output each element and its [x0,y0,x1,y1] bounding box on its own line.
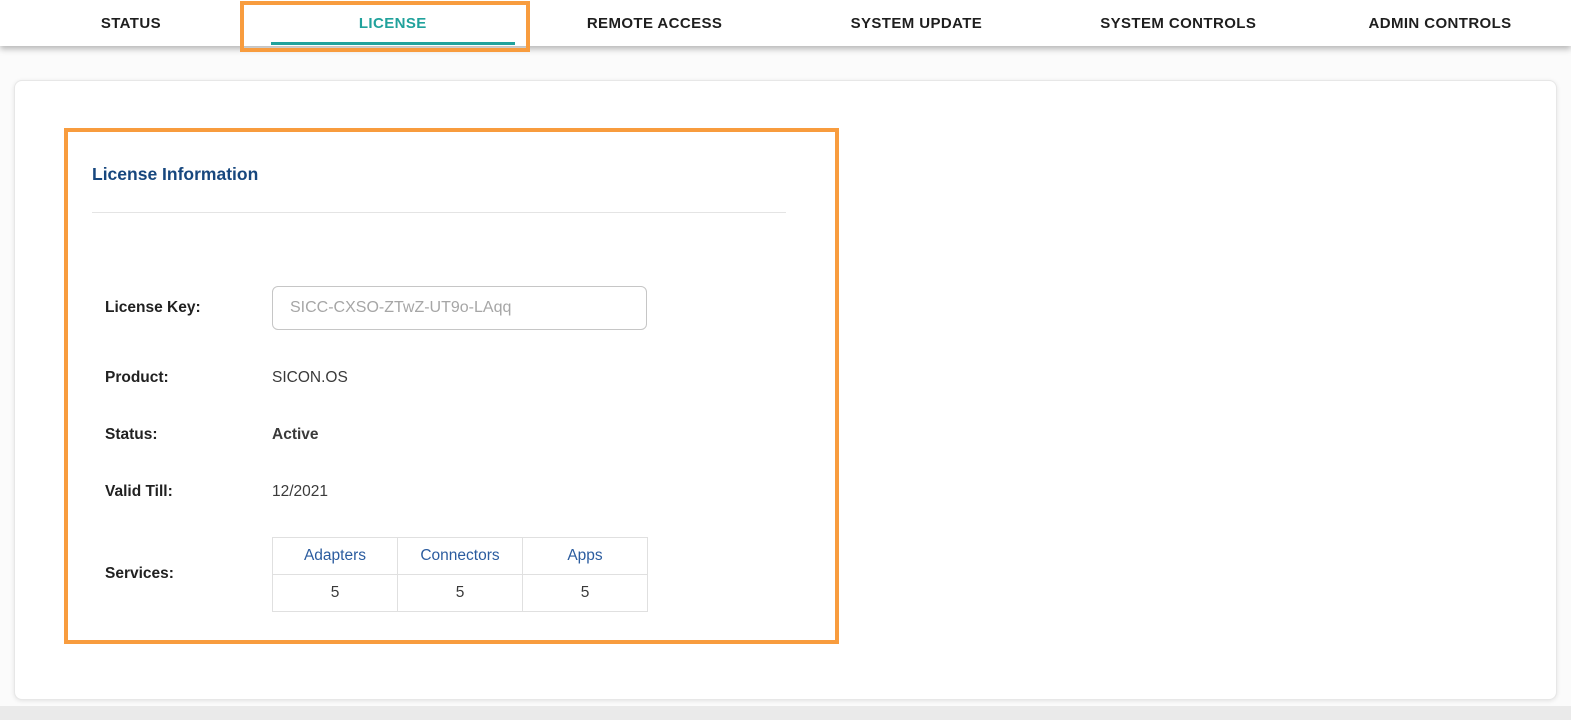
services-value-apps: 5 [523,574,648,611]
services-header-row: Adapters Connectors Apps [273,537,648,574]
tab-system-controls[interactable]: SYSTEM CONTROLS [1047,0,1309,46]
status-label: Status: [105,426,272,444]
valid-till-row: Valid Till: 12/2021 [105,481,328,503]
license-card: License Information License Key: Product… [14,80,1557,700]
services-col-apps: Apps [523,537,648,574]
page-bottom-strip [0,706,1571,720]
tab-system-update[interactable]: SYSTEM UPDATE [785,0,1047,46]
services-row: Services: Adapters Connectors Apps 5 5 5 [105,537,648,611]
tab-license-label: LICENSE [359,15,427,32]
section-title: License Information [92,164,258,185]
title-divider [92,212,786,213]
services-value-connectors: 5 [398,574,523,611]
tab-system-controls-label: SYSTEM CONTROLS [1100,15,1256,32]
product-row: Product: SICON.OS [105,367,348,389]
services-value-adapters: 5 [273,574,398,611]
status-row: Status: Active [105,424,319,446]
status-value: Active [272,426,319,444]
tab-remote-access[interactable]: REMOTE ACCESS [524,0,786,46]
license-key-row: License Key: [105,286,647,330]
services-col-connectors: Connectors [398,537,523,574]
top-tab-bar: STATUS LICENSE REMOTE ACCESS SYSTEM UPDA… [0,0,1571,46]
tab-admin-controls-label: ADMIN CONTROLS [1369,15,1512,32]
valid-till-value: 12/2021 [272,483,328,501]
product-value: SICON.OS [272,369,348,387]
license-key-label: License Key: [105,299,272,317]
product-label: Product: [105,369,272,387]
services-label: Services: [105,565,272,583]
services-table: Adapters Connectors Apps 5 5 5 [272,537,648,612]
tab-status-label: STATUS [101,15,161,32]
tab-license[interactable]: LICENSE [262,0,524,46]
tab-admin-controls[interactable]: ADMIN CONTROLS [1309,0,1571,46]
services-value-row: 5 5 5 [273,574,648,611]
license-key-input[interactable] [272,286,647,330]
services-col-adapters: Adapters [273,537,398,574]
valid-till-label: Valid Till: [105,483,272,501]
tab-status[interactable]: STATUS [0,0,262,46]
tab-system-update-label: SYSTEM UPDATE [851,15,983,32]
tab-remote-access-label: REMOTE ACCESS [587,15,723,32]
